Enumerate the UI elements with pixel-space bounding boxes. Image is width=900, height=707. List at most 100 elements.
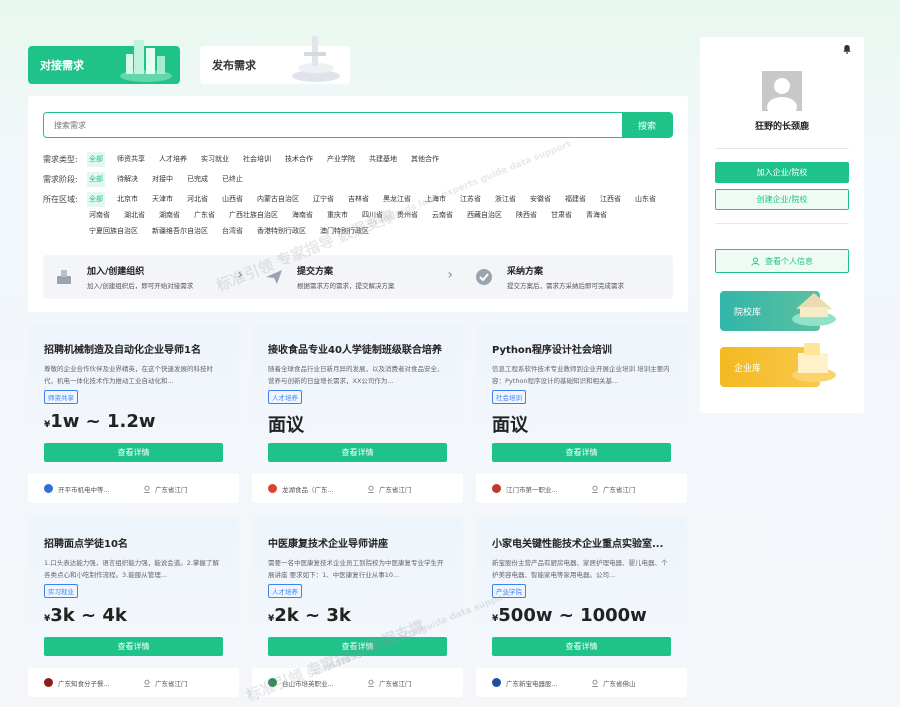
filter-option[interactable]: 青海省	[584, 208, 609, 223]
filter-option[interactable]: 浙江省	[493, 192, 518, 207]
filter-option[interactable]: 对接中	[150, 172, 175, 187]
filter-option[interactable]: 湖南省	[157, 208, 182, 223]
filter-option[interactable]: 上海市	[423, 192, 448, 207]
filter-option[interactable]: 全部	[87, 152, 105, 167]
filter-option[interactable]: 已终止	[220, 172, 245, 187]
filter-option[interactable]: 贵州省	[395, 208, 420, 223]
filter-option[interactable]: 福建省	[563, 192, 588, 207]
filter-option[interactable]: 吉林省	[346, 192, 371, 207]
filter-option[interactable]: 新疆维吾尔自治区	[150, 224, 210, 239]
filter-option[interactable]: 甘肃省	[549, 208, 574, 223]
location: 广东省佛山	[591, 678, 636, 688]
filter-option[interactable]: 黑龙江省	[381, 192, 413, 207]
step-join-org: 加入/创建组织 加入/创建组织后，即可开始对接需求 ›	[43, 255, 253, 299]
price-value: 面议	[492, 415, 528, 436]
filter-option[interactable]: 师资共享	[115, 152, 147, 167]
filter-option[interactable]: 西藏自治区	[465, 208, 504, 223]
filter-option[interactable]: 广西壮族自治区	[227, 208, 280, 223]
filter-option[interactable]: 安徽省	[528, 192, 553, 207]
demand-card[interactable]: 招聘机械制造及自动化企业导师1名 尊敬的企业合作伙伴及业界精英，在这个快速发展的科…	[28, 324, 239, 503]
org-logo-icon	[268, 678, 277, 687]
step-desc: 加入/创建组织后，即可开始对接需求	[87, 282, 194, 290]
location-text: 广东省江门	[379, 485, 412, 494]
filter-option[interactable]: 全部	[87, 192, 105, 207]
card-desc: 1.口头表达能力强，语言组织能力强，能说会道。2.掌握了解各类点心和小吃制作流程…	[44, 559, 219, 579]
filter-option[interactable]: 天津市	[150, 192, 175, 207]
filter-option[interactable]: 湖北省	[122, 208, 147, 223]
create-org-button[interactable]: 创建企业/院校	[715, 189, 849, 210]
filter-option[interactable]: 河南省	[87, 208, 112, 223]
view-details-button[interactable]: 查看详情	[268, 443, 447, 462]
demand-card[interactable]: 中医康复技术企业导师讲座 需要一名中医康复技术企业员工到院校为中医康复专业学生开展…	[252, 518, 463, 697]
school-library-link[interactable]: 院校库	[720, 291, 836, 331]
filter-option[interactable]: 山东省	[633, 192, 658, 207]
filter-option[interactable]: 已完成	[185, 172, 210, 187]
filter-option[interactable]: 共建基地	[367, 152, 399, 167]
tab-match-demand[interactable]: 对接需求	[28, 40, 180, 84]
filter-option[interactable]: 产业学院	[325, 152, 357, 167]
location: 广东省江门	[367, 678, 412, 688]
card-desc: 随着全球食品行业日新月异的发展，以及消费者对食品安全、营养与创新的日益增长需求，…	[268, 365, 444, 385]
filter-option[interactable]: 实习就业	[199, 152, 231, 167]
filter-option[interactable]: 宁夏回族自治区	[87, 224, 140, 239]
filter-option[interactable]: 广东省	[192, 208, 217, 223]
tab-publish-demand[interactable]: 发布需求	[200, 36, 350, 84]
org-logo-icon	[44, 484, 53, 493]
filter-option[interactable]: 内蒙古自治区	[255, 192, 301, 207]
org-name: 龙湖食品（广东...	[282, 485, 334, 494]
filter-option[interactable]: 河北省	[185, 192, 210, 207]
filter-option[interactable]: 陕西省	[514, 208, 539, 223]
filter-option[interactable]: 技术合作	[283, 152, 315, 167]
view-details-button[interactable]: 查看详情	[492, 443, 671, 462]
demand-card[interactable]: 接收食品专业40人学徒制班级联合培养 随着全球食品行业日新月异的发展，以及消费者对…	[252, 324, 463, 503]
filter-option[interactable]: 全部	[87, 172, 105, 187]
location: 广东省江门	[591, 484, 636, 494]
filter-option[interactable]: 台湾省	[220, 224, 245, 239]
filter-option[interactable]: 四川省	[360, 208, 385, 223]
card-title: 招聘面点学徒10名	[44, 539, 128, 550]
card-title: 中医康复技术企业导师讲座	[268, 539, 388, 550]
view-profile-label: 查看个人信息	[765, 256, 813, 266]
org-name: 广东知食分子餐...	[58, 679, 110, 688]
filter-option[interactable]: 山西省	[220, 192, 245, 207]
filter-option[interactable]: 江西省	[598, 192, 623, 207]
filter-option[interactable]: 社会培训	[241, 152, 273, 167]
view-profile-button[interactable]: 查看个人信息	[715, 249, 849, 273]
location-text: 广东省江门	[155, 679, 188, 688]
demand-card[interactable]: 小家电关键性能技术企业重点实验室... 新宝股份主营产品有厨房电器、家居护理电器、…	[476, 518, 687, 697]
chevron-right-icon: ›	[237, 267, 243, 283]
filter-option[interactable]: 人才培养	[157, 152, 189, 167]
filter-option[interactable]: 澳门特别行政区	[318, 224, 371, 239]
filter-option[interactable]: 待解决	[115, 172, 140, 187]
filter-option[interactable]: 江苏省	[458, 192, 483, 207]
filter-option[interactable]: 其他合作	[409, 152, 441, 167]
filter-option[interactable]: 云南省	[430, 208, 455, 223]
join-org-button[interactable]: 加入企业/院校	[715, 162, 849, 183]
card-body: 招聘机械制造及自动化企业导师1名 尊敬的企业合作伙伴及业界精英，在这个快速发展的科…	[28, 324, 239, 474]
search-bar: 搜索	[43, 112, 673, 138]
card-price: 面议	[492, 411, 671, 439]
demand-card[interactable]: 招聘面点学徒10名 1.口头表达能力强，语言组织能力强，能说会道。2.掌握了解各类…	[28, 518, 239, 697]
org-name: 江门市第一职业...	[506, 485, 558, 494]
view-details-button[interactable]: 查看详情	[492, 637, 671, 656]
card-footer: 广东知食分子餐... 广东省江门	[28, 668, 239, 697]
filter-option[interactable]: 重庆市	[325, 208, 350, 223]
card-desc: 新宝股份主营产品有厨房电器、家居护理电器、婴儿电器、个护美容电器、智能家电等家用…	[492, 559, 668, 579]
divider	[715, 223, 849, 224]
enterprise-library-link[interactable]: 企业库	[720, 343, 836, 387]
filter-option[interactable]: 海南省	[290, 208, 315, 223]
view-details-button[interactable]: 查看详情	[44, 443, 223, 462]
card-tag: 人才培养	[268, 584, 302, 598]
demand-card[interactable]: Python程序设计社会培训 信息工程系软件技术专业教师到企业开展企业培训 培训主…	[476, 324, 687, 503]
card-title: 小家电关键性能技术企业重点实验室...	[492, 539, 664, 550]
search-button[interactable]: 搜索	[622, 113, 672, 137]
filter-option[interactable]: 香港特别行政区	[255, 224, 308, 239]
filter-option[interactable]: 辽宁省	[311, 192, 336, 207]
view-details-button[interactable]: 查看详情	[44, 637, 223, 656]
filter-label: 需求类型:	[43, 155, 78, 164]
filter-option[interactable]: 北京市	[115, 192, 140, 207]
bell-icon[interactable]	[842, 44, 852, 54]
step-adopt-plan: 采纳方案 提交方案后，需求方采纳后即可完成需求	[463, 255, 673, 299]
view-details-button[interactable]: 查看详情	[268, 637, 447, 656]
search-input[interactable]	[44, 113, 622, 137]
